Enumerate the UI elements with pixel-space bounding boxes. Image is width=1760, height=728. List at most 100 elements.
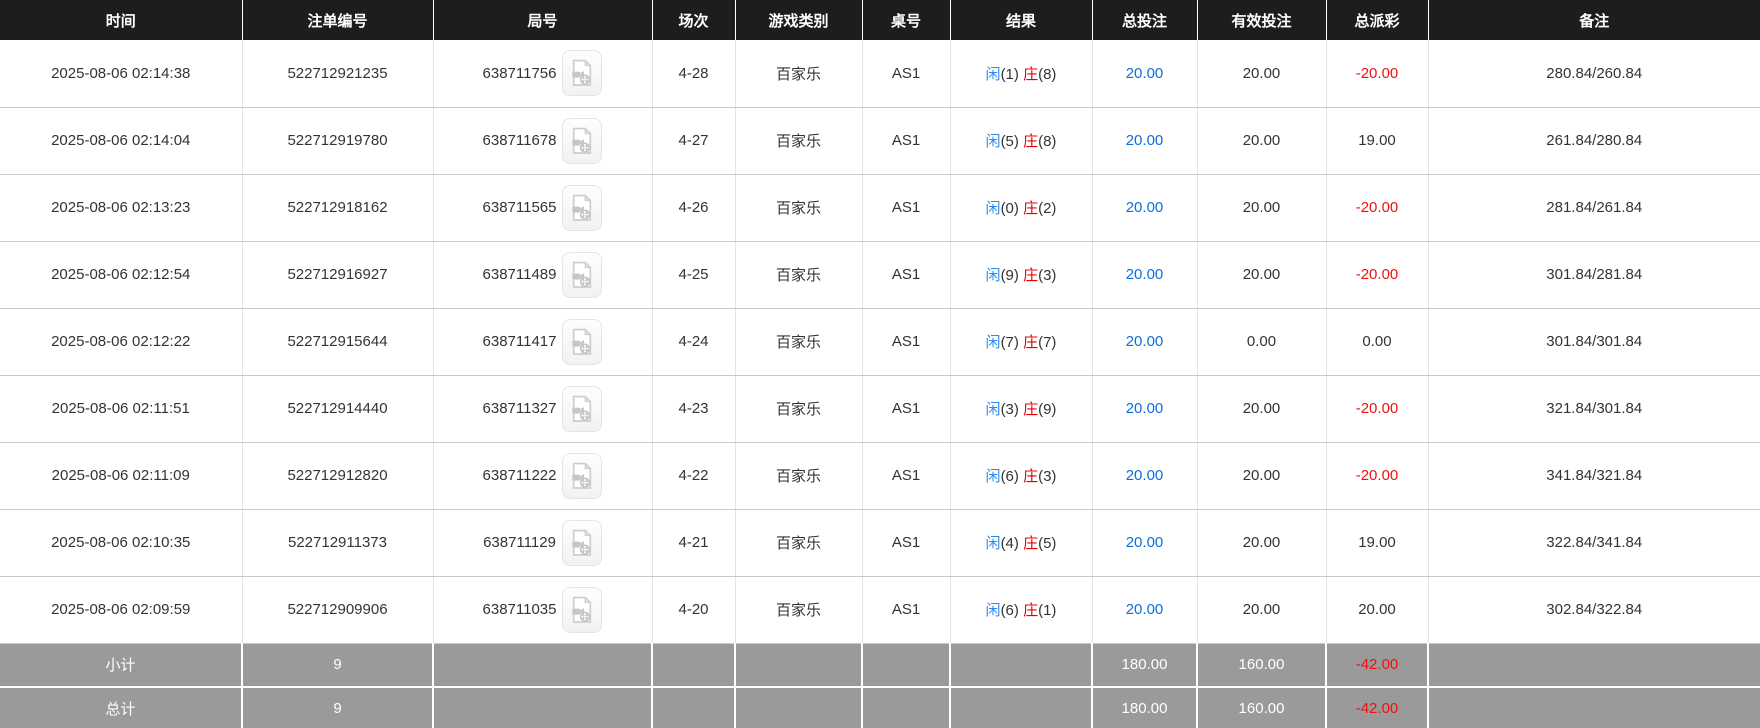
cell-total-bet: 20.00 [1092, 442, 1198, 510]
cell-valid-bet: 20.00 [1197, 576, 1327, 644]
cell-table-no: AS1 [862, 509, 951, 577]
round-number: 638711489 [482, 266, 557, 283]
cell-time: 2025-08-06 02:09:59 [0, 576, 243, 644]
video-replay-button[interactable] [562, 586, 603, 633]
cell-total-payout: -20.00 [1326, 174, 1429, 242]
cell-total-payout: 19.00 [1326, 509, 1429, 577]
cell-session: 4-23 [652, 375, 736, 443]
total-bet-link[interactable]: 20.00 [1126, 132, 1164, 149]
result-banker-points: (3) [1038, 468, 1057, 485]
cell-table-no: AS1 [862, 107, 951, 175]
total-bet-link[interactable]: 20.00 [1126, 601, 1164, 618]
table-row: 2025-08-06 02:13:23 522712918162 6387115… [0, 174, 1760, 242]
table-row: 2025-08-06 02:14:04 522712919780 6387116… [0, 107, 1760, 175]
cell-order-no: 522712912820 [242, 442, 434, 510]
video-replay-button[interactable] [562, 452, 603, 499]
video-replay-button[interactable] [562, 385, 603, 432]
cell-round-no: 638711129 [433, 509, 653, 577]
total-remark [1428, 686, 1760, 728]
subtotal-row: 小计 9 180.00 160.00 -42.00 [0, 642, 1760, 687]
cell-session: 4-26 [652, 174, 736, 242]
result-player-label: 闲 [985, 200, 1001, 217]
cell-result: 闲(5) 庄(8) [950, 107, 1093, 175]
video-replay-button[interactable] [562, 318, 603, 365]
total-bet-link[interactable]: 20.00 [1126, 333, 1164, 350]
round-number: 638711222 [482, 467, 557, 484]
cell-order-no: 522712911373 [242, 509, 434, 577]
cell-remark: 301.84/281.84 [1428, 241, 1760, 309]
video-replay-button[interactable] [562, 251, 603, 298]
bet-records-table: 时间 注单编号 局号 场次 游戏类别 桌号 结果 总投注 有效投注 总派彩 备注… [0, 0, 1760, 728]
video-replay-button[interactable] [561, 519, 602, 566]
total-empty-table [862, 686, 951, 728]
total-empty-game [735, 686, 863, 728]
result-player-label: 闲 [985, 267, 1001, 284]
video-file-icon [572, 394, 593, 422]
total-empty-session [652, 686, 736, 728]
result-banker-label: 庄 [1023, 133, 1039, 150]
cell-total-payout: 20.00 [1326, 576, 1429, 644]
result-banker-label: 庄 [1023, 65, 1039, 83]
result-player-points: (1) [1000, 65, 1019, 83]
cell-round-no: 638711489 [433, 241, 653, 309]
cell-total-bet: 20.00 [1092, 241, 1198, 309]
subtotal-total-bet: 180.00 [1092, 642, 1198, 687]
cell-total-bet: 20.00 [1092, 40, 1198, 108]
result-player-points: (6) [1000, 468, 1019, 485]
cell-remark: 261.84/280.84 [1428, 107, 1760, 175]
result-banker-points: (1) [1038, 602, 1057, 619]
subtotal-remark [1428, 642, 1760, 687]
cell-remark: 302.84/322.84 [1428, 576, 1760, 644]
result-banker-points: (8) [1038, 65, 1057, 83]
total-bet-link[interactable]: 20.00 [1126, 199, 1164, 216]
cell-table-no: AS1 [862, 308, 951, 376]
subtotal-total-payout: -42.00 [1326, 642, 1429, 687]
video-file-icon [572, 193, 593, 221]
cell-game-type: 百家乐 [735, 308, 863, 376]
cell-session: 4-25 [652, 241, 736, 309]
total-bet-link[interactable]: 20.00 [1126, 266, 1164, 283]
total-bet-link[interactable]: 20.00 [1126, 65, 1164, 82]
header-order-no: 注单编号 [242, 0, 434, 40]
total-bet-link[interactable]: 20.00 [1126, 467, 1164, 484]
video-replay-button[interactable] [562, 50, 603, 97]
total-empty-result [950, 686, 1093, 728]
cell-order-no: 522712916927 [242, 241, 434, 309]
result-player-points: (4) [1000, 535, 1019, 552]
cell-total-payout: -20.00 [1326, 442, 1429, 510]
table-row: 2025-08-06 02:12:22 522712915644 6387114… [0, 308, 1760, 376]
total-bet-link[interactable]: 20.00 [1126, 534, 1164, 551]
round-number: 638711756 [482, 64, 557, 82]
cell-remark: 281.84/261.84 [1428, 174, 1760, 242]
result-banker-points: (5) [1038, 535, 1057, 552]
result-banker-label: 庄 [1023, 334, 1039, 351]
video-replay-button[interactable] [562, 117, 603, 164]
result-player-label: 闲 [985, 602, 1001, 619]
cell-time: 2025-08-06 02:11:09 [0, 442, 243, 510]
cell-remark: 341.84/321.84 [1428, 442, 1760, 510]
cell-valid-bet: 20.00 [1197, 442, 1327, 510]
result-player-label: 闲 [985, 468, 1001, 485]
header-remark: 备注 [1579, 12, 1610, 30]
cell-result: 闲(6) 庄(3) [950, 442, 1093, 510]
cell-game-type: 百家乐 [735, 40, 863, 108]
header-total-payout: 总派彩 [1326, 0, 1429, 40]
header-table-no: 桌号 [862, 0, 951, 40]
cell-table-no: AS1 [862, 442, 951, 510]
result-player-points: (6) [1000, 602, 1019, 619]
cell-order-no: 522712909906 [242, 576, 434, 644]
total-bet-link[interactable]: 20.00 [1126, 400, 1164, 417]
cell-time: 2025-08-06 02:12:22 [0, 308, 243, 376]
subtotal-empty-game [735, 642, 863, 687]
cell-round-no: 638711678 [433, 107, 653, 175]
result-player-points: (7) [1000, 334, 1019, 351]
table-row: 2025-08-06 02:11:09 522712912820 6387112… [0, 442, 1760, 510]
video-file-icon [572, 528, 592, 556]
cell-game-type: 百家乐 [735, 509, 863, 577]
round-number: 638711565 [482, 199, 557, 216]
cell-game-type: 百家乐 [735, 241, 863, 309]
cell-round-no: 638711565 [433, 174, 653, 242]
video-replay-button[interactable] [562, 184, 603, 231]
round-number: 638711417 [482, 333, 557, 350]
cell-session: 4-20 [652, 576, 736, 644]
